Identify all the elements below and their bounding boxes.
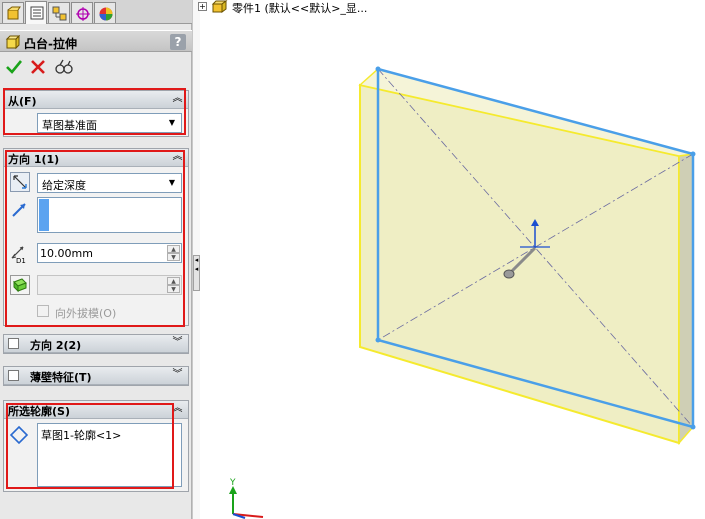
- expand-tree-button[interactable]: +: [198, 2, 207, 11]
- manager-tab-bar: [0, 0, 192, 24]
- tab-display-manager[interactable]: [94, 2, 116, 23]
- extrude-side-face: [678, 153, 694, 445]
- configuration-manager-icon: [52, 6, 67, 21]
- tab-configuration-manager[interactable]: [48, 2, 70, 23]
- direction2-group[interactable]: 方向 2(2) ︾: [3, 334, 189, 354]
- collapse-panel-handle[interactable]: ◂ ◂: [193, 255, 200, 291]
- detailed-preview-icon[interactable]: [54, 58, 74, 76]
- feature-title-bar: 凸台-拉伸 ?: [0, 30, 192, 52]
- help-button[interactable]: ?: [170, 34, 186, 50]
- display-manager-icon: [99, 7, 113, 21]
- expand-chevron-icon[interactable]: ︾: [171, 369, 184, 382]
- feature-manager-icon: [7, 6, 21, 20]
- ok-check-icon[interactable]: [5, 58, 23, 76]
- solidworks-window: 凸台-拉伸 ? 从(F) ︽ 草图基准面 ▼ 方向 1(1) ︽ 给定深度 ▼ …: [0, 0, 705, 519]
- thin-feature-group[interactable]: 薄壁特征(T) ︾: [3, 366, 189, 386]
- drag-handle-icon[interactable]: [503, 269, 515, 279]
- boss-extrude-icon: [5, 35, 20, 50]
- vertex-point[interactable]: [375, 66, 381, 72]
- part-icon: [211, 0, 228, 13]
- thin-feature-group-header[interactable]: 薄壁特征(T) ︾: [4, 367, 188, 385]
- highlight-box-direction1: [5, 150, 185, 327]
- property-manager-icon: [30, 6, 44, 20]
- direction2-label: 方向 2(2): [30, 339, 82, 352]
- direction2-checkbox[interactable]: [8, 338, 19, 349]
- triad-y-label: Y: [229, 478, 236, 488]
- help-label: ?: [174, 35, 182, 49]
- expand-chevron-icon[interactable]: ︾: [171, 337, 184, 350]
- dimxpert-icon: [76, 7, 90, 21]
- tab-dimxpert-manager[interactable]: [71, 2, 93, 23]
- highlight-box-contours: [6, 403, 174, 489]
- graphics-viewport[interactable]: Y: [200, 14, 705, 519]
- cancel-x-icon[interactable]: [29, 58, 47, 76]
- thin-feature-label: 薄壁特征(T): [30, 371, 92, 384]
- vertex-point[interactable]: [690, 151, 696, 157]
- property-manager-panel: 凸台-拉伸 ? 从(F) ︽ 草图基准面 ▼ 方向 1(1) ︽ 给定深度 ▼ …: [0, 0, 192, 519]
- vertex-point[interactable]: [375, 337, 381, 343]
- extrude-preview-graphic: Y: [229, 66, 696, 519]
- direction2-group-header[interactable]: 方向 2(2) ︾: [4, 335, 188, 353]
- vertex-point[interactable]: [690, 424, 696, 430]
- highlight-box-from: [3, 88, 186, 135]
- tab-property-manager[interactable]: [25, 1, 47, 24]
- feature-title: 凸台-拉伸: [24, 37, 77, 51]
- tab-feature-manager[interactable]: [2, 2, 24, 23]
- thin-feature-checkbox[interactable]: [8, 370, 19, 381]
